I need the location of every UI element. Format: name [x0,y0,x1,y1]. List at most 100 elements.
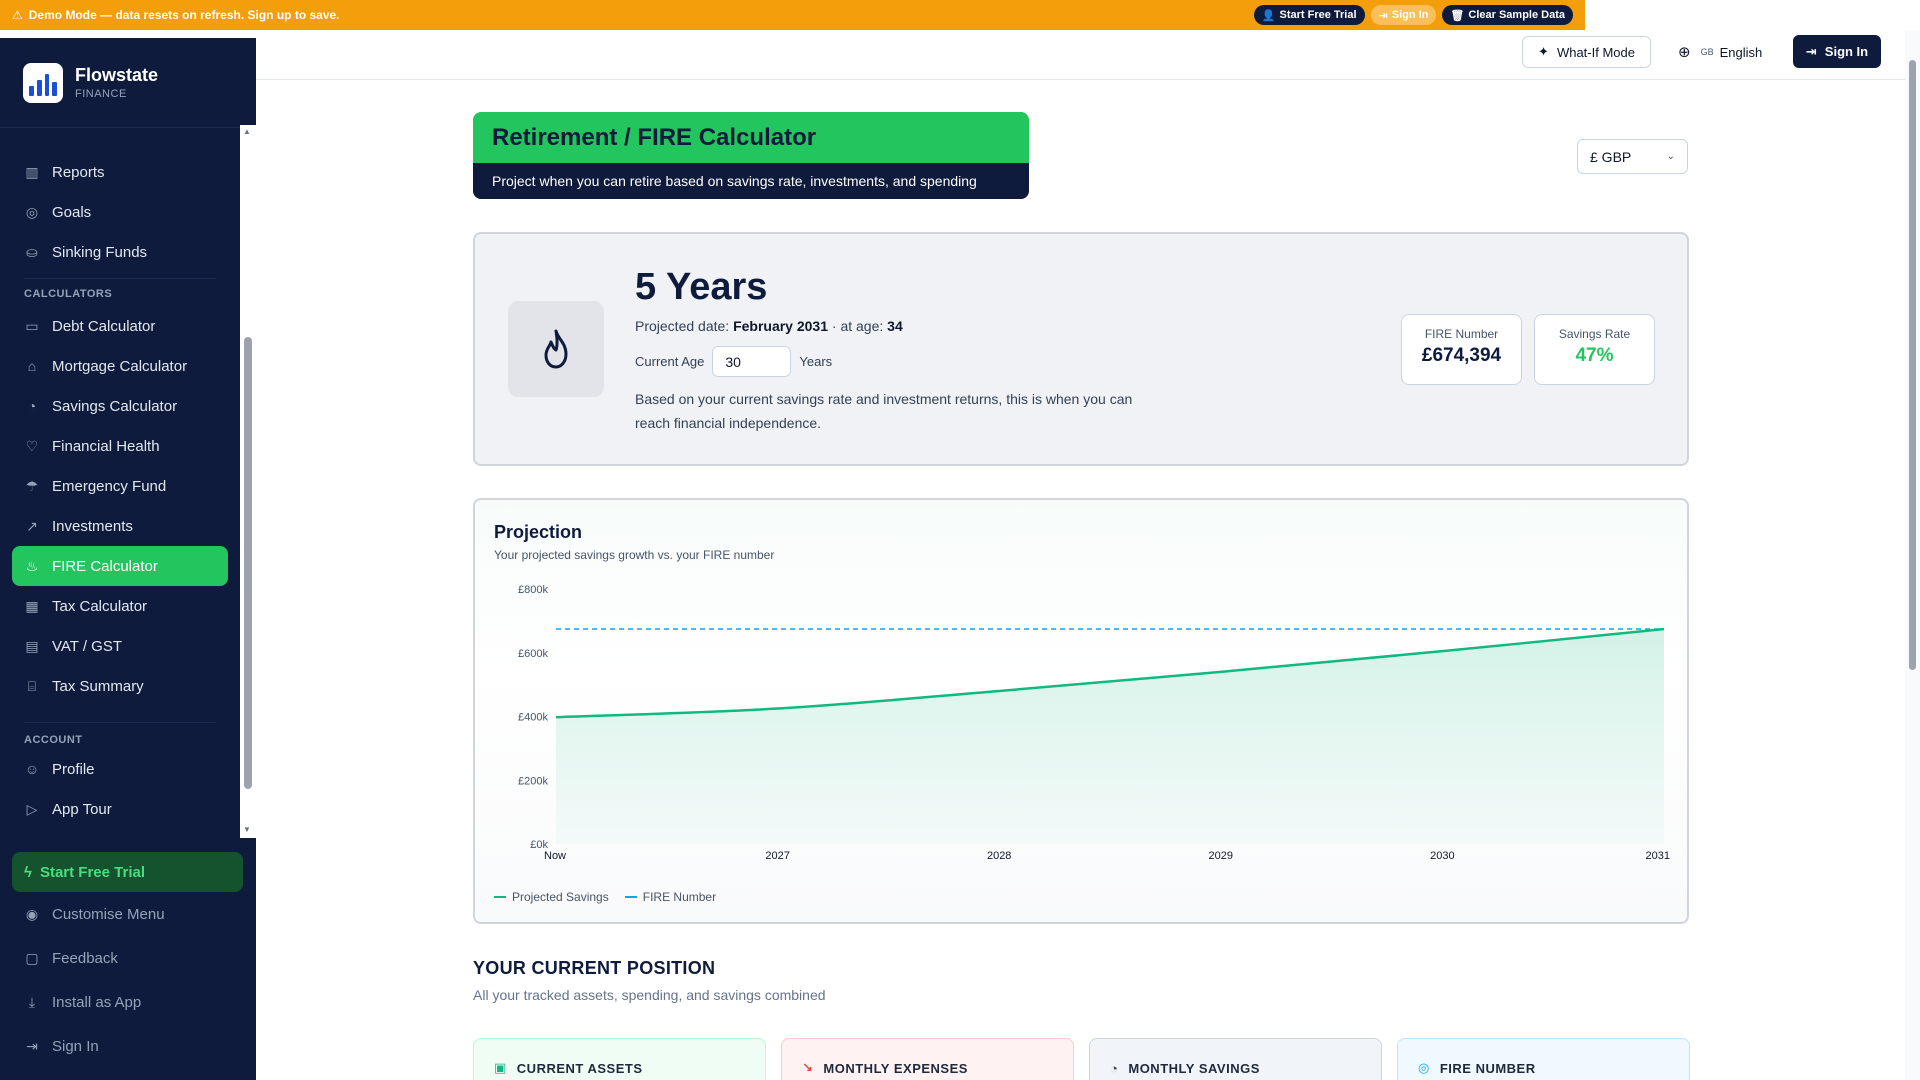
feedback-item[interactable]: ▢ Feedback [24,947,118,969]
sidebar-item-tax-calculator[interactable]: ▦ Tax Calculator [12,586,228,626]
target-icon: ◎ [1418,1060,1430,1075]
sidebar-item-tax-summary[interactable]: ⌸ Tax Summary [12,666,228,706]
sidebar-item-label: VAT / GST [52,637,123,655]
legend-label: Projected Savings [512,890,609,904]
current-age-row: Current Age 30 Years [635,346,832,377]
banner-sign-in-button[interactable]: ⇥ Sign In [1370,5,1437,25]
sidebar-scroll-thumb[interactable] [244,337,252,789]
sidebar-nav: ▥ Reports ◎ Goals ⛀ Sinking Funds CALCULATO… [0,128,256,838]
customise-menu-item[interactable]: ◉ Customise Menu [24,903,165,925]
trash-icon: 🗑 [1450,9,1465,22]
sidebar-item-label: Mortgage Calculator [52,357,188,375]
sidebar-item-emergency-fund[interactable]: ☂ Emergency Fund [12,466,228,506]
position-card-current-assets: ▣ CURRENT ASSETS [473,1038,766,1080]
flame-icon [508,301,604,397]
brand-sub: FINANCE [75,88,127,100]
projected-date-line: Projected date: February 2031 · at age: … [635,318,903,334]
legend-projected-savings: Projected Savings [494,890,609,904]
sidebar-item-vat-gst[interactable]: ▤ VAT / GST [12,626,228,666]
landmark-icon: ⌸ [27,677,37,694]
fire-number-value: £674,394 [1421,345,1502,366]
sidebar-item-investments[interactable]: ↗ Investments [12,506,228,546]
credit-card-icon: ▭ [25,317,39,334]
x-tick-label: 2029 [1209,850,1233,862]
bar-chart-icon: ▥ [25,163,39,180]
y-tick-label: £600k [518,648,548,660]
sidebar-item-label: FIRE Calculator [52,557,158,575]
scroll-up-icon[interactable]: ▲ [243,127,251,136]
sidebar-item-debt-calculator[interactable]: ▭ Debt Calculator [12,306,228,346]
current-age-label: Current Age [635,354,705,369]
sidebar-item-reports[interactable]: ▥ Reports [12,152,228,192]
page-title-block: Retirement / FIRE Calculator Project whe… [473,112,1029,199]
fire-result-card: 5 Years Projected date: February 2031 · … [473,232,1689,466]
language-selector[interactable]: ⊕ GB English [1678,43,1762,61]
clear-sample-data-button[interactable]: 🗑 Clear Sample Data [1442,5,1573,25]
sparkles-icon: ✦ [1538,44,1549,59]
position-card-monthly-expenses: ↘ MONTHLY EXPENSES [781,1038,1074,1080]
sidebar-item-app-tour[interactable]: ▷ App Tour [12,789,228,829]
install-app-item[interactable]: ⤓ Install as App [24,991,141,1013]
x-tick-label: 2027 [765,850,789,862]
sidebar-item-label: App Tour [52,800,112,818]
sidebar-item-sinking-funds[interactable]: ⛀ Sinking Funds [12,232,228,272]
coins-icon: ⛀ [26,243,38,260]
demo-banner: ⚠ Demo Mode — data resets on refresh. Si… [0,0,1585,30]
banner-start-trial-label: Start Free Trial [1279,9,1357,21]
at-age-value: 34 [887,318,903,334]
page-scrollbar[interactable] [1905,30,1920,1080]
legend-swatch [494,896,506,898]
currency-select[interactable]: £ GBP ⌄ [1577,139,1688,174]
sidebar-item-label: Investments [52,517,133,535]
y-tick-label: £800k [518,584,548,596]
calculator-icon: ▦ [25,597,39,614]
current-position-subtitle: All your tracked assets, spending, and s… [473,987,826,1003]
page-title: Retirement / FIRE Calculator [473,112,1029,163]
user-icon: ☺ [24,761,40,777]
current-age-input[interactable]: 30 [712,346,792,377]
message-icon: ▢ [25,949,39,966]
download-icon: ⤓ [28,993,36,1010]
brand[interactable]: Flowstate FINANCE [0,38,256,128]
sidebar-item-label: Financial Health [52,437,160,455]
trending-down-icon: ↘ [802,1060,814,1075]
projection-card: Projection Your projected savings growth… [473,498,1689,924]
sidebar-item-label: Debt Calculator [52,317,156,335]
what-if-mode-label: What-If Mode [1556,44,1635,60]
sidebar-item-goals[interactable]: ◎ Goals [12,192,228,232]
receipt-icon: ▤ [25,637,39,654]
demo-banner-text: Demo Mode — data resets on refresh. Sign… [28,8,340,22]
sidebar-start-trial-button[interactable]: ϟ Start Free Trial [12,852,243,892]
banner-start-trial-button[interactable]: 👤 Start Free Trial [1253,5,1365,25]
page-scroll-thumb[interactable] [1909,60,1916,670]
legend-fire-number: FIRE Number [624,890,716,904]
position-card-label: FIRE NUMBER [1439,1060,1536,1076]
projected-date-label: Projected date: [635,318,730,334]
sidebar-item-mortgage-calculator[interactable]: ⌂ Mortgage Calculator [12,346,228,386]
sidebar-item-financial-health[interactable]: ♡ Financial Health [12,426,228,466]
sidebar-scrollbar[interactable]: ▲ ▼ [240,125,256,838]
scroll-down-icon[interactable]: ▼ [243,825,251,834]
logo-icon [23,62,63,103]
globe-icon: ⊕ [1678,44,1691,61]
what-if-mode-button[interactable]: ✦ What-If Mode [1522,36,1651,68]
eye-icon: ◉ [25,905,39,922]
at-age-label: · at age: [831,318,884,334]
flame-icon: ♨ [25,557,39,574]
header-sign-in-button[interactable]: ⇥ Sign In [1793,35,1881,68]
sidebar-sign-in-item[interactable]: ⇥ Sign In [24,1035,99,1057]
sidebar-item-profile[interactable]: ☺ Profile [12,749,228,789]
home-icon: ⌂ [27,358,37,374]
piggy-bank-icon: ◔ [1110,1060,1119,1076]
fire-number-label: FIRE Number [1424,327,1499,341]
position-card-label: MONTHLY SAVINGS [1128,1060,1260,1076]
page-subtitle: Project when you can retire based on sav… [473,163,1029,199]
sidebar-item-savings-calculator[interactable]: ◔ Savings Calculator [12,386,228,426]
years-unit-label: Years [799,354,833,369]
legend-swatch [624,896,637,898]
sidebar-item-label: Profile [52,760,95,778]
projected-date-value: February 2031 [733,318,829,334]
sidebar: Flowstate FINANCE ▥ Reports ◎ Goals ⛀ Sinki… [0,38,256,1080]
sidebar-item-fire-calculator[interactable]: ♨ FIRE Calculator [12,546,228,586]
y-tick-label: £200k [518,775,548,787]
